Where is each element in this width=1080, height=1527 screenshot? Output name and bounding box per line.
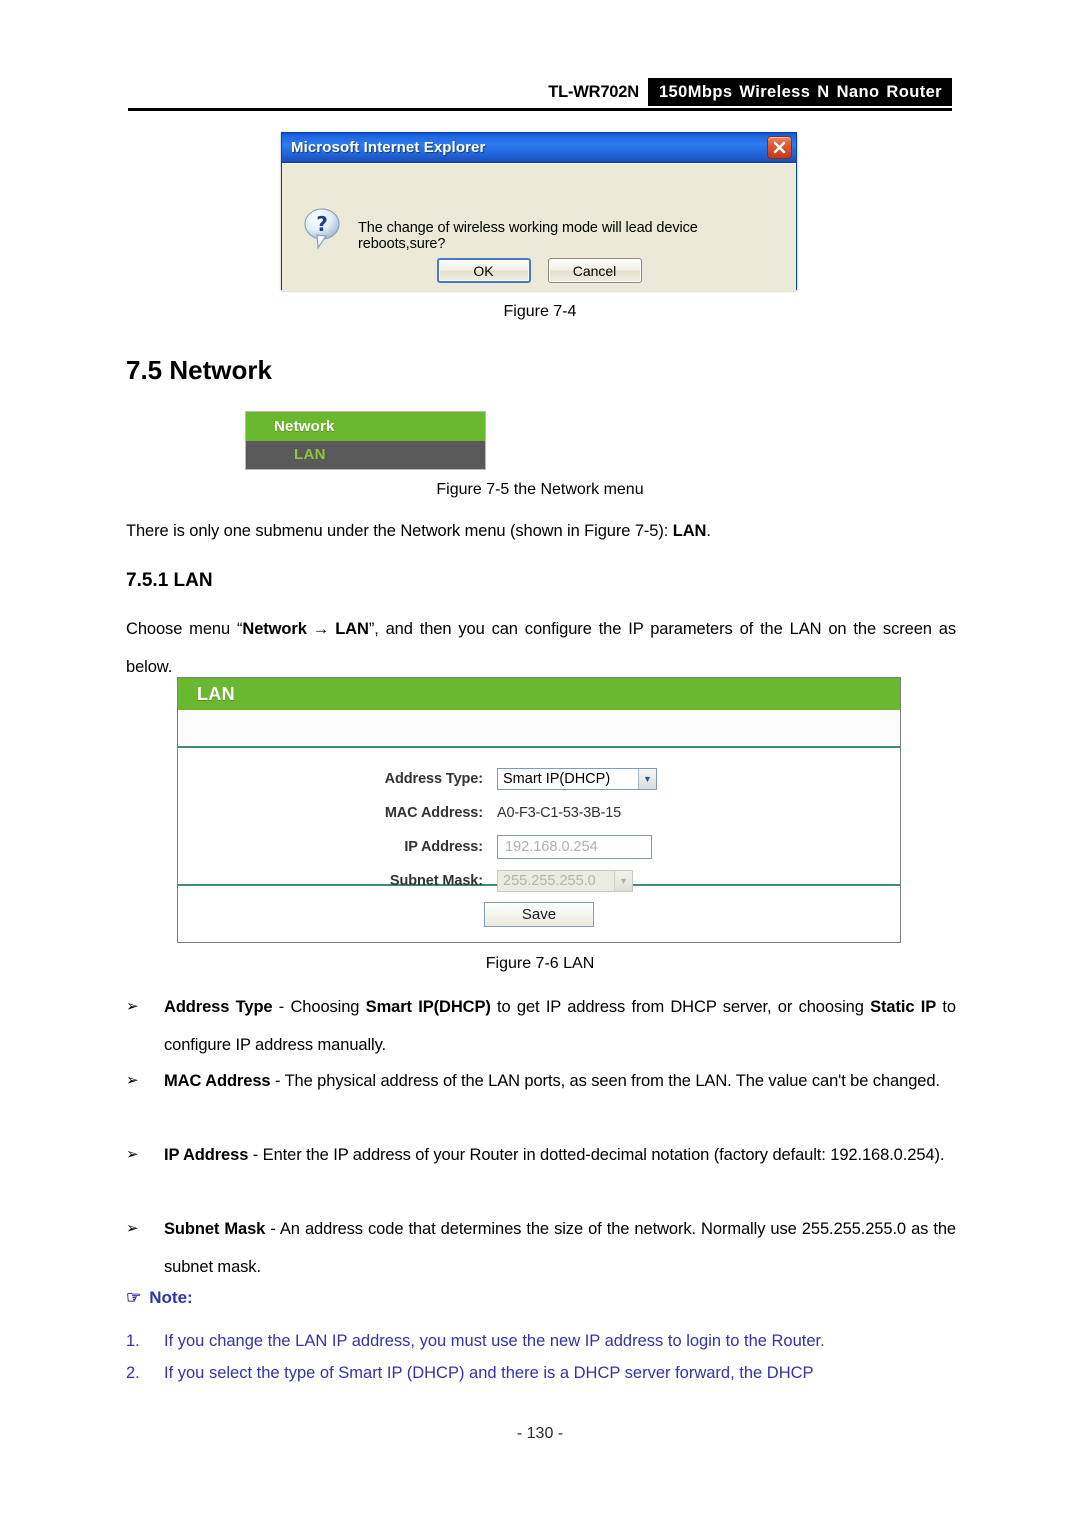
bullet-arrow-icon: ➢ (126, 1072, 139, 1089)
ip-address-input[interactable] (497, 835, 652, 859)
note-text: If you select the type of Smart IP (DHCP… (164, 1364, 814, 1382)
bullet-arrow-icon: ➢ (126, 1146, 139, 1163)
mac-address-value: A0-F3-C1-53-3B-15 (497, 805, 621, 821)
list-item-text: Subnet Mask - An address code that deter… (164, 1210, 956, 1286)
arrow-icon: → (312, 620, 330, 638)
bullet-body-pre: The physical address of the LAN ports, a… (284, 1072, 940, 1090)
address-type-value: Smart IP(DHCP) (503, 771, 611, 787)
page-title-section-7-5: 7.5 Network (126, 355, 272, 385)
pointing-hand-icon: ☞ (126, 1288, 142, 1307)
note-list-item: 2. If you select the type of Smart IP (D… (126, 1354, 956, 1392)
header-product-banner: 150Mbps Wireless N Nano Router (647, 78, 952, 106)
cancel-button[interactable]: Cancel (547, 258, 642, 283)
lan-settings-panel: LAN Address Type: Smart IP(DHCP) ▼ MAC A… (177, 677, 901, 943)
paragraph-submenu-intro: There is only one submenu under the Netw… (126, 512, 956, 550)
subnet-mask-value: 255.255.255.0 (503, 873, 596, 889)
bullet-arrow-icon: ➢ (126, 1220, 139, 1237)
ie-dialog-title: Microsoft Internet Explorer (291, 139, 486, 156)
bullet-bold-mid: Smart IP(DHCP) (365, 998, 491, 1016)
lan-panel-title: LAN (178, 678, 900, 710)
ip-address-label: IP Address: (404, 839, 483, 855)
bullet-term: IP Address (164, 1146, 249, 1164)
bullet-bold-end: Static IP (870, 998, 937, 1016)
bullet-sep: - (272, 998, 291, 1016)
ie-dialog: Microsoft Internet Explorer ? The change… (281, 132, 797, 291)
figure-caption-7-6: Figure 7-6 LAN (485, 955, 595, 972)
form-row-ip-address: IP Address: (178, 834, 900, 860)
figure-caption-7-5: Figure 7-5 the Network menu (436, 481, 644, 498)
paragraph-choose-menu-bold-network: Network (242, 620, 307, 638)
bullet-sep: - (270, 1072, 285, 1090)
form-row-address-type: Address Type: Smart IP(DHCP) ▼ (178, 766, 900, 792)
page-header: TL-WR702N 150Mbps Wireless N Nano Router (128, 78, 952, 106)
figure-caption-7-4: Figure 7-4 (503, 303, 577, 320)
chevron-down-icon: ▼ (614, 871, 632, 891)
paragraph-choose-menu-pre: Choose menu “ (126, 620, 243, 638)
bullet-body-pre: An address code that determines the size… (164, 1220, 957, 1276)
close-icon[interactable] (767, 136, 792, 159)
header-divider (128, 108, 952, 111)
mac-address-label: MAC Address: (384, 805, 483, 821)
ie-dialog-message: The change of wireless working mode will… (358, 220, 698, 252)
note-number: 2. (126, 1364, 140, 1382)
footer-page-number: - 130 - (516, 1425, 564, 1442)
bullet-term: MAC Address (164, 1072, 271, 1090)
header-model-name: TL-WR702N (548, 82, 639, 101)
network-menu-item-lan[interactable]: LAN (246, 441, 485, 469)
note-heading: ☞ Note: (126, 1288, 193, 1308)
bullet-body-pre: Enter the IP address of your Router in d… (262, 1146, 945, 1164)
bullet-term: Subnet Mask (164, 1220, 266, 1238)
save-button[interactable]: Save (484, 901, 594, 927)
list-item: ➢ MAC Address - The physical address of … (126, 1062, 956, 1100)
network-menu-graphic: Network LAN (245, 411, 486, 470)
bullet-sep: - (248, 1146, 263, 1164)
list-item-text: IP Address - Enter the IP address of you… (164, 1136, 956, 1174)
list-item: ➢ Address Type - Choosing Smart IP(DHCP)… (126, 988, 956, 1064)
svg-text:?: ? (316, 212, 328, 236)
bullet-body-mid: to get IP address from DHCP server, or c… (490, 998, 871, 1016)
bullet-term: Address Type (164, 998, 273, 1016)
note-label: Note: (149, 1288, 193, 1307)
lan-form: Address Type: Smart IP(DHCP) ▼ MAC Addre… (178, 748, 900, 892)
list-item: ➢ Subnet Mask - An address code that det… (126, 1210, 956, 1286)
bullet-body-pre: Choosing (290, 998, 366, 1016)
list-item-text: Address Type - Choosing Smart IP(DHCP) t… (164, 988, 956, 1064)
bullet-sep: - (265, 1220, 280, 1238)
chevron-down-icon: ▼ (638, 769, 656, 789)
address-type-label: Address Type: (384, 771, 483, 787)
lan-panel-footer: Save (178, 886, 900, 942)
network-menu-header: Network (246, 412, 485, 441)
ie-dialog-titlebar: Microsoft Internet Explorer (282, 133, 796, 163)
paragraph-submenu-intro-pre: There is only one submenu under the Netw… (126, 522, 673, 540)
list-item: ➢ IP Address - Enter the IP address of y… (126, 1136, 956, 1174)
ie-dialog-body: ? The change of wireless working mode wi… (282, 163, 796, 291)
form-row-mac-address: MAC Address: A0-F3-C1-53-3B-15 (178, 800, 900, 826)
paragraph-choose-menu: Choose menu “Network → LAN”, and then you … (126, 610, 956, 686)
page-title-section-7-5-1: 7.5.1 LAN (126, 570, 213, 591)
paragraph-submenu-intro-bold: LAN (672, 522, 707, 540)
list-item-text: MAC Address - The physical address of th… (164, 1062, 956, 1100)
subnet-mask-label: Subnet Mask: (389, 873, 483, 889)
paragraph-submenu-intro-post: . (706, 522, 711, 540)
ie-dialog-buttons: OK Cancel (282, 258, 796, 283)
subnet-mask-select: 255.255.255.0 ▼ (497, 870, 633, 892)
ok-button[interactable]: OK (436, 258, 531, 283)
address-type-select[interactable]: Smart IP(DHCP) ▼ (497, 768, 657, 790)
lan-panel-subbar (178, 710, 900, 748)
question-bubble-icon: ? (300, 206, 346, 252)
bullet-arrow-icon: ➢ (126, 998, 139, 1015)
paragraph-choose-menu-bold-lan: LAN (335, 620, 369, 638)
